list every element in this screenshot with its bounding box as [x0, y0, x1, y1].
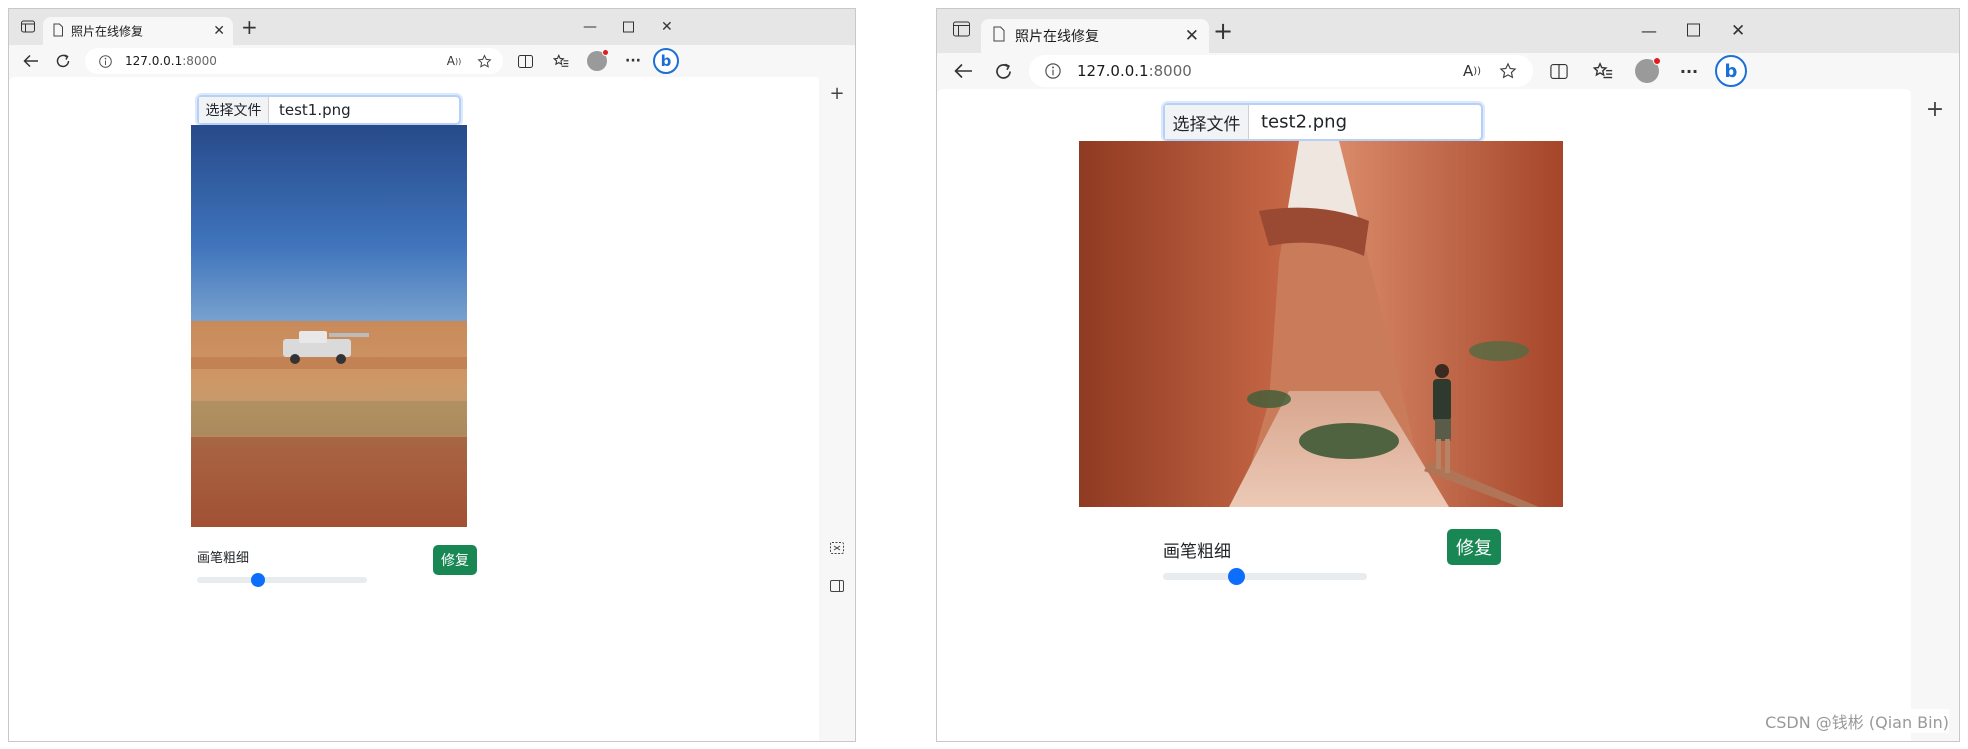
close-window-icon[interactable]: ✕	[661, 19, 673, 35]
file-input[interactable]: 选择文件 test1.png	[197, 95, 461, 125]
maximize-icon[interactable]	[623, 18, 634, 37]
split-screen-icon[interactable]	[515, 51, 535, 71]
url-host: 127.0.0.1	[1077, 62, 1149, 80]
repair-button[interactable]: 修复	[1447, 529, 1501, 565]
file-name: test2.png	[1261, 111, 1348, 133]
tab-title: 照片在线修复	[71, 24, 144, 39]
star-icon[interactable]	[475, 52, 493, 70]
minimize-icon[interactable]: —	[1641, 22, 1657, 41]
refresh-icon[interactable]	[991, 59, 1015, 83]
close-tab-icon[interactable]: ✕	[213, 23, 225, 39]
read-aloud-icon[interactable]: A))	[445, 52, 463, 70]
address-toolbar: 127.0.0.1:8000 A)) ··· b	[9, 45, 855, 77]
edge-sidebar: +	[819, 77, 855, 741]
brush-size-slider[interactable]	[1163, 573, 1367, 580]
desert-photo	[191, 125, 467, 527]
address-bar[interactable]: 127.0.0.1:8000 A))	[1029, 55, 1533, 87]
address-bar[interactable]: 127.0.0.1:8000 A))	[85, 48, 503, 74]
favorites-icon[interactable]	[551, 51, 571, 71]
notification-dot	[602, 49, 609, 56]
page-content: 选择文件 test1.png 画笔粗细 修复	[9, 77, 821, 741]
title-bar: 照片在线修复 ✕ + — ✕	[9, 9, 855, 45]
address-toolbar: 127.0.0.1:8000 A)) ··· b	[937, 53, 1959, 89]
url-port: :8000	[182, 54, 217, 68]
photo-canvas-desert[interactable]	[191, 125, 467, 527]
add-sidebar-icon[interactable]: +	[1926, 97, 1944, 122]
more-icon[interactable]: ···	[1677, 59, 1701, 83]
close-tab-icon[interactable]: ✕	[1185, 26, 1199, 46]
page-icon	[993, 26, 1005, 46]
url-host: 127.0.0.1	[125, 54, 183, 68]
sidebar-toggle-icon[interactable]	[830, 577, 844, 596]
title-bar: 照片在线修复 ✕ + — ✕	[937, 9, 1959, 53]
photo-canvas-canyon[interactable]	[1079, 141, 1563, 507]
repair-button[interactable]: 修复	[433, 545, 477, 575]
notification-dot	[1653, 57, 1661, 65]
url-port: :8000	[1148, 62, 1192, 80]
tab-actions-icon[interactable]	[19, 18, 37, 37]
url-text: 127.0.0.1:8000	[1077, 62, 1192, 80]
browser-window-right: 照片在线修复 ✕ + — ✕ 127.0.0.1:8000 A)) ··· b …	[936, 8, 1960, 742]
back-arrow-icon[interactable]	[951, 59, 975, 83]
more-icon[interactable]: ···	[623, 51, 643, 71]
favorites-icon[interactable]	[1591, 59, 1615, 83]
refresh-icon[interactable]	[53, 51, 73, 71]
star-icon[interactable]	[1497, 60, 1519, 82]
url-text: 127.0.0.1:8000	[125, 54, 217, 68]
new-tab-icon[interactable]: +	[1213, 17, 1233, 45]
maximize-icon[interactable]	[1687, 22, 1700, 41]
screenshot-icon[interactable]	[830, 539, 844, 558]
page-icon	[53, 22, 63, 41]
info-icon[interactable]	[1043, 61, 1063, 81]
brush-size-label: 画笔粗细	[197, 551, 250, 566]
active-tab[interactable]: 照片在线修复 ✕	[43, 17, 233, 45]
brush-size-slider-thumb[interactable]	[1227, 568, 1245, 585]
page-content: 选择文件 test2.png 画笔粗细 修复	[937, 89, 1911, 741]
file-input[interactable]: 选择文件 test2.png	[1163, 103, 1483, 141]
watermark: CSDN @钱彬 (Qian Bin)	[1765, 709, 1949, 733]
tab-actions-icon[interactable]	[951, 21, 971, 41]
browser-window-left: 照片在线修复 ✕ + — ✕ 127.0.0.1:8000 A)) ··· b …	[8, 8, 856, 742]
info-icon[interactable]	[97, 53, 113, 69]
split-screen-icon[interactable]	[1547, 59, 1571, 83]
bing-icon[interactable]: b	[1715, 55, 1747, 87]
choose-file-button[interactable]: 选择文件	[199, 97, 269, 123]
minimize-icon[interactable]: —	[583, 19, 597, 35]
tab-title: 照片在线修复	[1015, 29, 1099, 45]
file-name: test1.png	[279, 101, 351, 119]
canyon-photo	[1079, 141, 1563, 507]
close-window-icon[interactable]: ✕	[1731, 21, 1745, 41]
read-aloud-icon[interactable]: A))	[1461, 60, 1483, 82]
new-tab-icon[interactable]: +	[241, 15, 258, 39]
choose-file-button[interactable]: 选择文件	[1165, 105, 1249, 139]
brush-size-slider-thumb[interactable]	[251, 573, 266, 587]
active-tab[interactable]: 照片在线修复 ✕	[981, 19, 1209, 53]
brush-size-label: 画笔粗细	[1163, 542, 1231, 562]
add-sidebar-icon[interactable]: +	[829, 83, 844, 104]
edge-sidebar: +	[1911, 89, 1959, 741]
bing-icon[interactable]: b	[653, 48, 679, 74]
brush-size-slider[interactable]	[197, 577, 367, 583]
back-arrow-icon[interactable]	[21, 51, 41, 71]
